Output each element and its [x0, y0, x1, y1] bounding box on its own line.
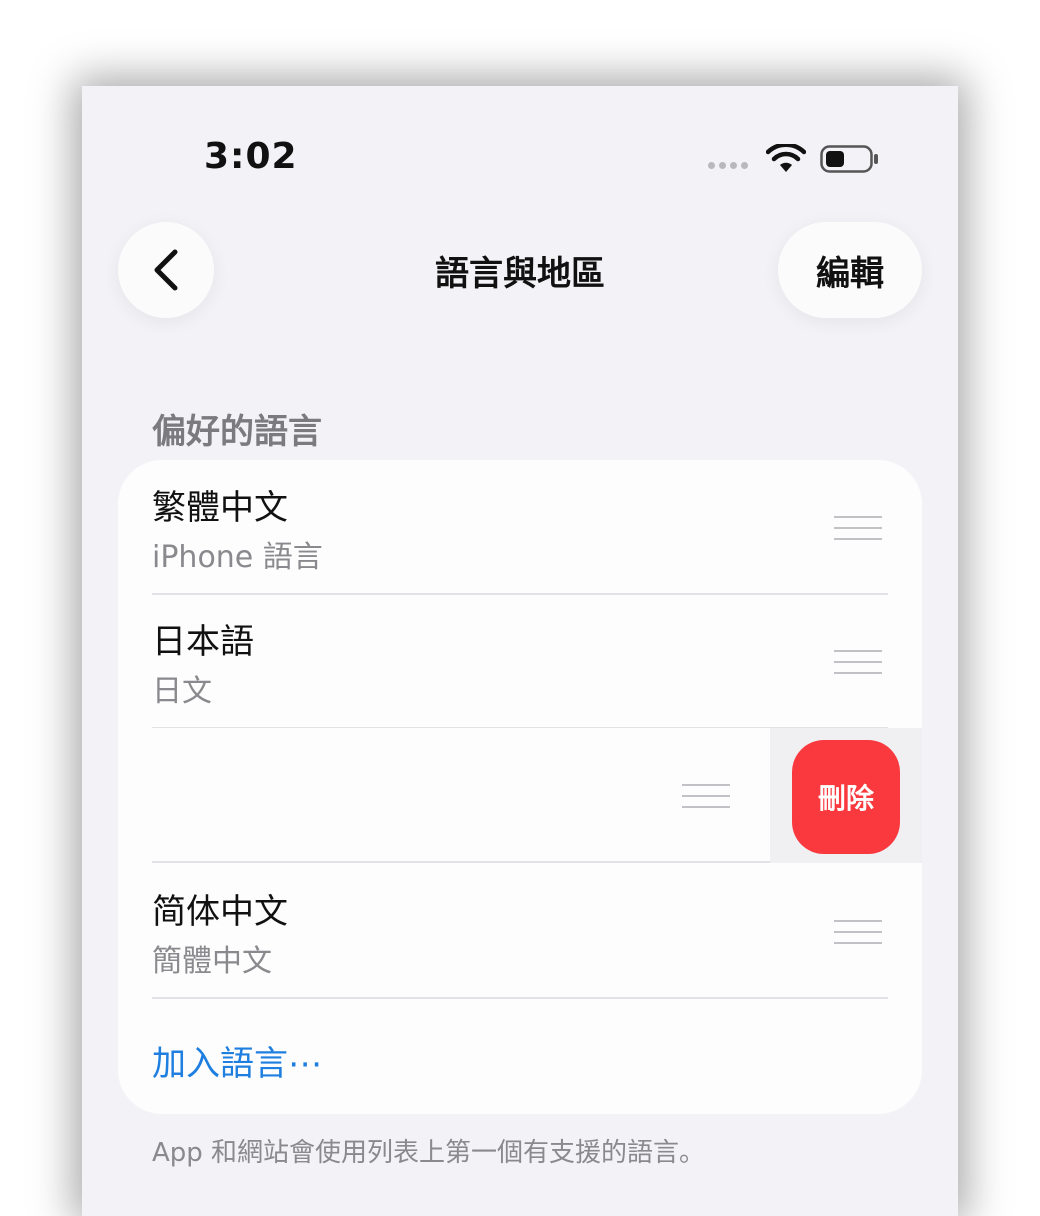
language-row[interactable]: 日本語 日文 [118, 594, 922, 729]
battery-icon [820, 145, 878, 173]
phone-screen: 3:02 語言與地區 編輯 偏好的語言 繁體中文 iPhone 語言 日本語 日… [82, 86, 958, 1216]
signal-dots-icon [708, 162, 748, 169]
section-header: 偏好的語言 [152, 412, 322, 452]
row-divider [152, 997, 888, 999]
reorder-handle-icon[interactable] [682, 784, 730, 808]
row-divider [152, 861, 770, 863]
language-subtitle: 簡體中文 [152, 944, 272, 979]
reorder-handle-icon[interactable] [834, 650, 882, 674]
preferred-languages-list: 繁體中文 iPhone 語言 日本語 日文 刪除 简体中文 簡體中文 加入語言⋯ [118, 460, 922, 1114]
swiped-language-row[interactable]: 刪除 [118, 728, 922, 863]
edit-button[interactable]: 編輯 [778, 222, 922, 318]
language-title: 简体中文 [152, 892, 288, 932]
add-language-button[interactable]: 加入語言⋯ [152, 1036, 322, 1085]
language-row[interactable]: 简体中文 簡體中文 [118, 864, 922, 999]
language-title: 日本語 [152, 622, 254, 662]
language-subtitle: 日文 [152, 674, 212, 709]
status-time: 3:02 [204, 136, 298, 177]
wifi-icon [766, 144, 806, 172]
delete-button[interactable]: 刪除 [792, 740, 900, 854]
reorder-handle-icon[interactable] [834, 516, 882, 540]
reorder-handle-icon[interactable] [834, 920, 882, 944]
footer-note: App 和網站會使用列表上第一個有支援的語言。 [152, 1138, 706, 1168]
language-subtitle: iPhone 語言 [152, 540, 323, 575]
language-row[interactable]: 繁體中文 iPhone 語言 [118, 460, 922, 595]
language-title: 繁體中文 [152, 488, 288, 528]
swiped-row-content [118, 728, 770, 863]
